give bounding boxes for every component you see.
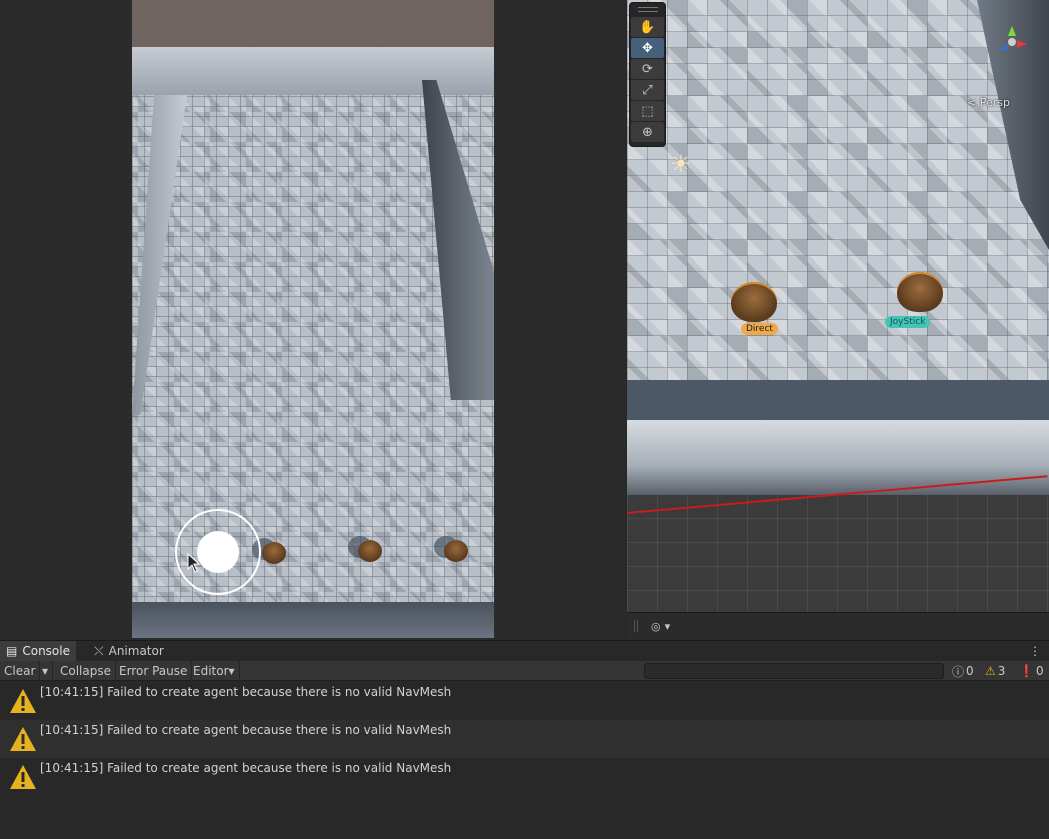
cowboy-character [358, 540, 382, 562]
character-label-joystick: JoyStick [885, 316, 931, 328]
chevron-down-icon: ▾ [228, 664, 235, 678]
warning-count-toggle[interactable]: ⚠ 3 [985, 661, 1005, 681]
tab-label: Console [22, 644, 70, 658]
rotate-icon: ⟳ [642, 61, 653, 77]
error-count-toggle[interactable]: ❗ 0 [1019, 661, 1044, 681]
toolbar-drag-handle[interactable] [638, 7, 658, 12]
console-toolbar: Clear ▾ Collapse Error Pause Editor ▾ ⚲ … [0, 661, 1049, 681]
character-joystick[interactable] [897, 272, 943, 312]
editor-label: Editor [193, 664, 229, 678]
animator-icon: ⤬ [94, 643, 104, 658]
character-direct[interactable] [731, 282, 777, 322]
maze-wall-bottom [132, 602, 494, 638]
transform-icon: ⊕ [642, 124, 653, 140]
hand-icon: ✋ [639, 19, 656, 35]
scene-tool-strip: ✋ ✥ ⟳ ⤢ ⬚ ⊕ [629, 2, 666, 147]
warning-icon [10, 689, 36, 713]
rotate-tool-button[interactable]: ⟳ [631, 59, 664, 79]
rect-tool-button[interactable]: ⬚ [631, 101, 664, 121]
character-label-direct: Direct [741, 323, 778, 335]
game-view-panel [0, 0, 625, 640]
tab-animator[interactable]: ⤬ Animator [88, 641, 170, 661]
clear-options-dropdown[interactable]: ▾ [38, 661, 54, 681]
chevron-down-icon: ▾ [42, 664, 49, 678]
warning-icon [10, 765, 36, 789]
console-panel: ▤ Console ⤬ Animator ⋮ Clear ▾ Collapse … [0, 640, 1049, 839]
overlay-menu-button[interactable]: ◎ ▾ [647, 617, 674, 635]
rect-icon: ⬚ [641, 103, 654, 119]
log-entry[interactable]: [10:41:15] Failed to create agent becaus… [0, 682, 1049, 720]
error-pause-toggle[interactable]: Error Pause [115, 661, 193, 681]
compass-icon: ◎ [651, 619, 661, 633]
panel-tab-bar: ▤ Console ⤬ Animator ⋮ [0, 641, 1049, 661]
error-count: 0 [1035, 664, 1044, 678]
log-message: [10:41:15] Failed to create agent becaus… [40, 761, 452, 775]
cowboy-character [262, 542, 286, 564]
hand-tool-button[interactable]: ✋ [631, 17, 664, 37]
log-entry[interactable]: [10:41:15] Failed to create agent becaus… [0, 720, 1049, 758]
scene-overlay-bar: ◎ ▾ [627, 612, 1049, 640]
projection-label[interactable]: < Persp [967, 96, 1010, 109]
log-message: [10:41:15] Failed to create agent becaus… [40, 723, 452, 737]
scale-tool-button[interactable]: ⤢ [631, 80, 664, 100]
scale-icon: ⤢ [642, 82, 653, 98]
grip-handle[interactable] [634, 620, 638, 632]
more-options-icon[interactable]: ⋮ [1029, 644, 1041, 658]
warning-count: 3 [997, 664, 1006, 678]
cowboy-character [444, 540, 468, 562]
scene-grid-ground [627, 495, 1049, 612]
console-icon: ▤ [6, 644, 18, 658]
move-tool-button[interactable]: ✥ [631, 38, 664, 58]
warning-icon [10, 727, 36, 751]
error-icon: ❗ [1019, 664, 1034, 678]
tab-label: Animator [108, 644, 164, 658]
orientation-gizmo-icon[interactable] [987, 20, 1037, 70]
log-entry[interactable]: [10:41:15] Failed to create agent becaus… [0, 758, 1049, 796]
game-render[interactable] [132, 0, 494, 638]
collapse-toggle[interactable]: Collapse [56, 661, 116, 681]
chevron-down-icon: ▾ [664, 619, 671, 633]
log-message: [10:41:15] Failed to create agent becaus… [40, 685, 452, 699]
warning-icon: ⚠ [985, 664, 996, 678]
sky-background [132, 0, 494, 47]
search-input[interactable] [644, 663, 944, 679]
scene-wall-front [627, 420, 1049, 495]
log-count-toggle[interactable]: ⓘ 0 [952, 661, 974, 681]
scene-view-panel: Direct JoyStick ☀ < Persp ✋ ✥ ⟳ ⤢ ⬚ ⊕ ◎ … [627, 0, 1049, 640]
tab-console[interactable]: ▤ Console [0, 641, 76, 661]
directional-light-icon[interactable]: ☀ [670, 150, 692, 178]
info-icon: ⓘ [952, 664, 965, 679]
maze-wall-top [132, 47, 494, 95]
unity-editor: Direct JoyStick ☀ < Persp ✋ ✥ ⟳ ⤢ ⬚ ⊕ ◎ … [0, 0, 1049, 839]
scene-floor [627, 0, 1049, 400]
virtual-joystick-knob[interactable] [197, 531, 239, 573]
move-icon: ✥ [642, 40, 653, 56]
log-count: 0 [966, 664, 974, 678]
mouse-cursor-icon [187, 553, 201, 573]
wall-shadow [627, 380, 1049, 420]
editor-dropdown[interactable]: Editor ▾ [189, 661, 240, 681]
scene-render[interactable]: Direct JoyStick ☀ < Persp ✋ ✥ ⟳ ⤢ ⬚ ⊕ [627, 0, 1049, 612]
transform-tool-button[interactable]: ⊕ [631, 122, 664, 142]
clear-button[interactable]: Clear [0, 661, 41, 681]
log-list: [10:41:15] Failed to create agent becaus… [0, 682, 1049, 839]
